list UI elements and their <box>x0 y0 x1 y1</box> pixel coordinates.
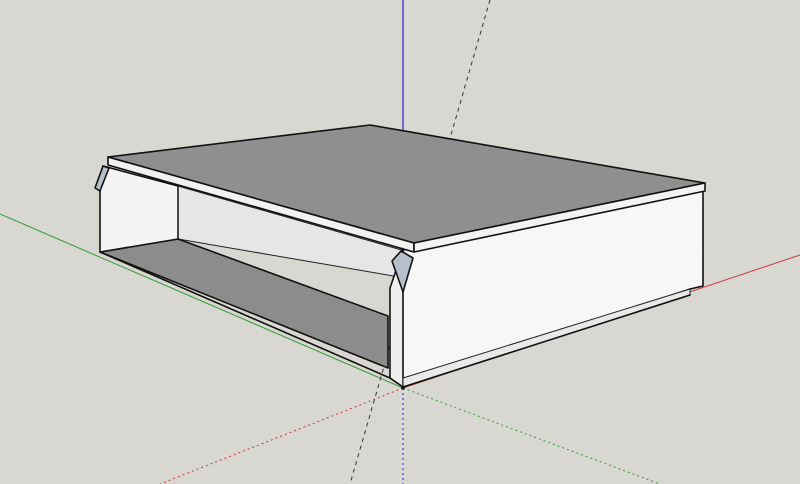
origin-point <box>401 386 405 390</box>
model-canvas[interactable] <box>0 0 800 484</box>
sketchup-3d-viewport[interactable] <box>0 0 800 484</box>
